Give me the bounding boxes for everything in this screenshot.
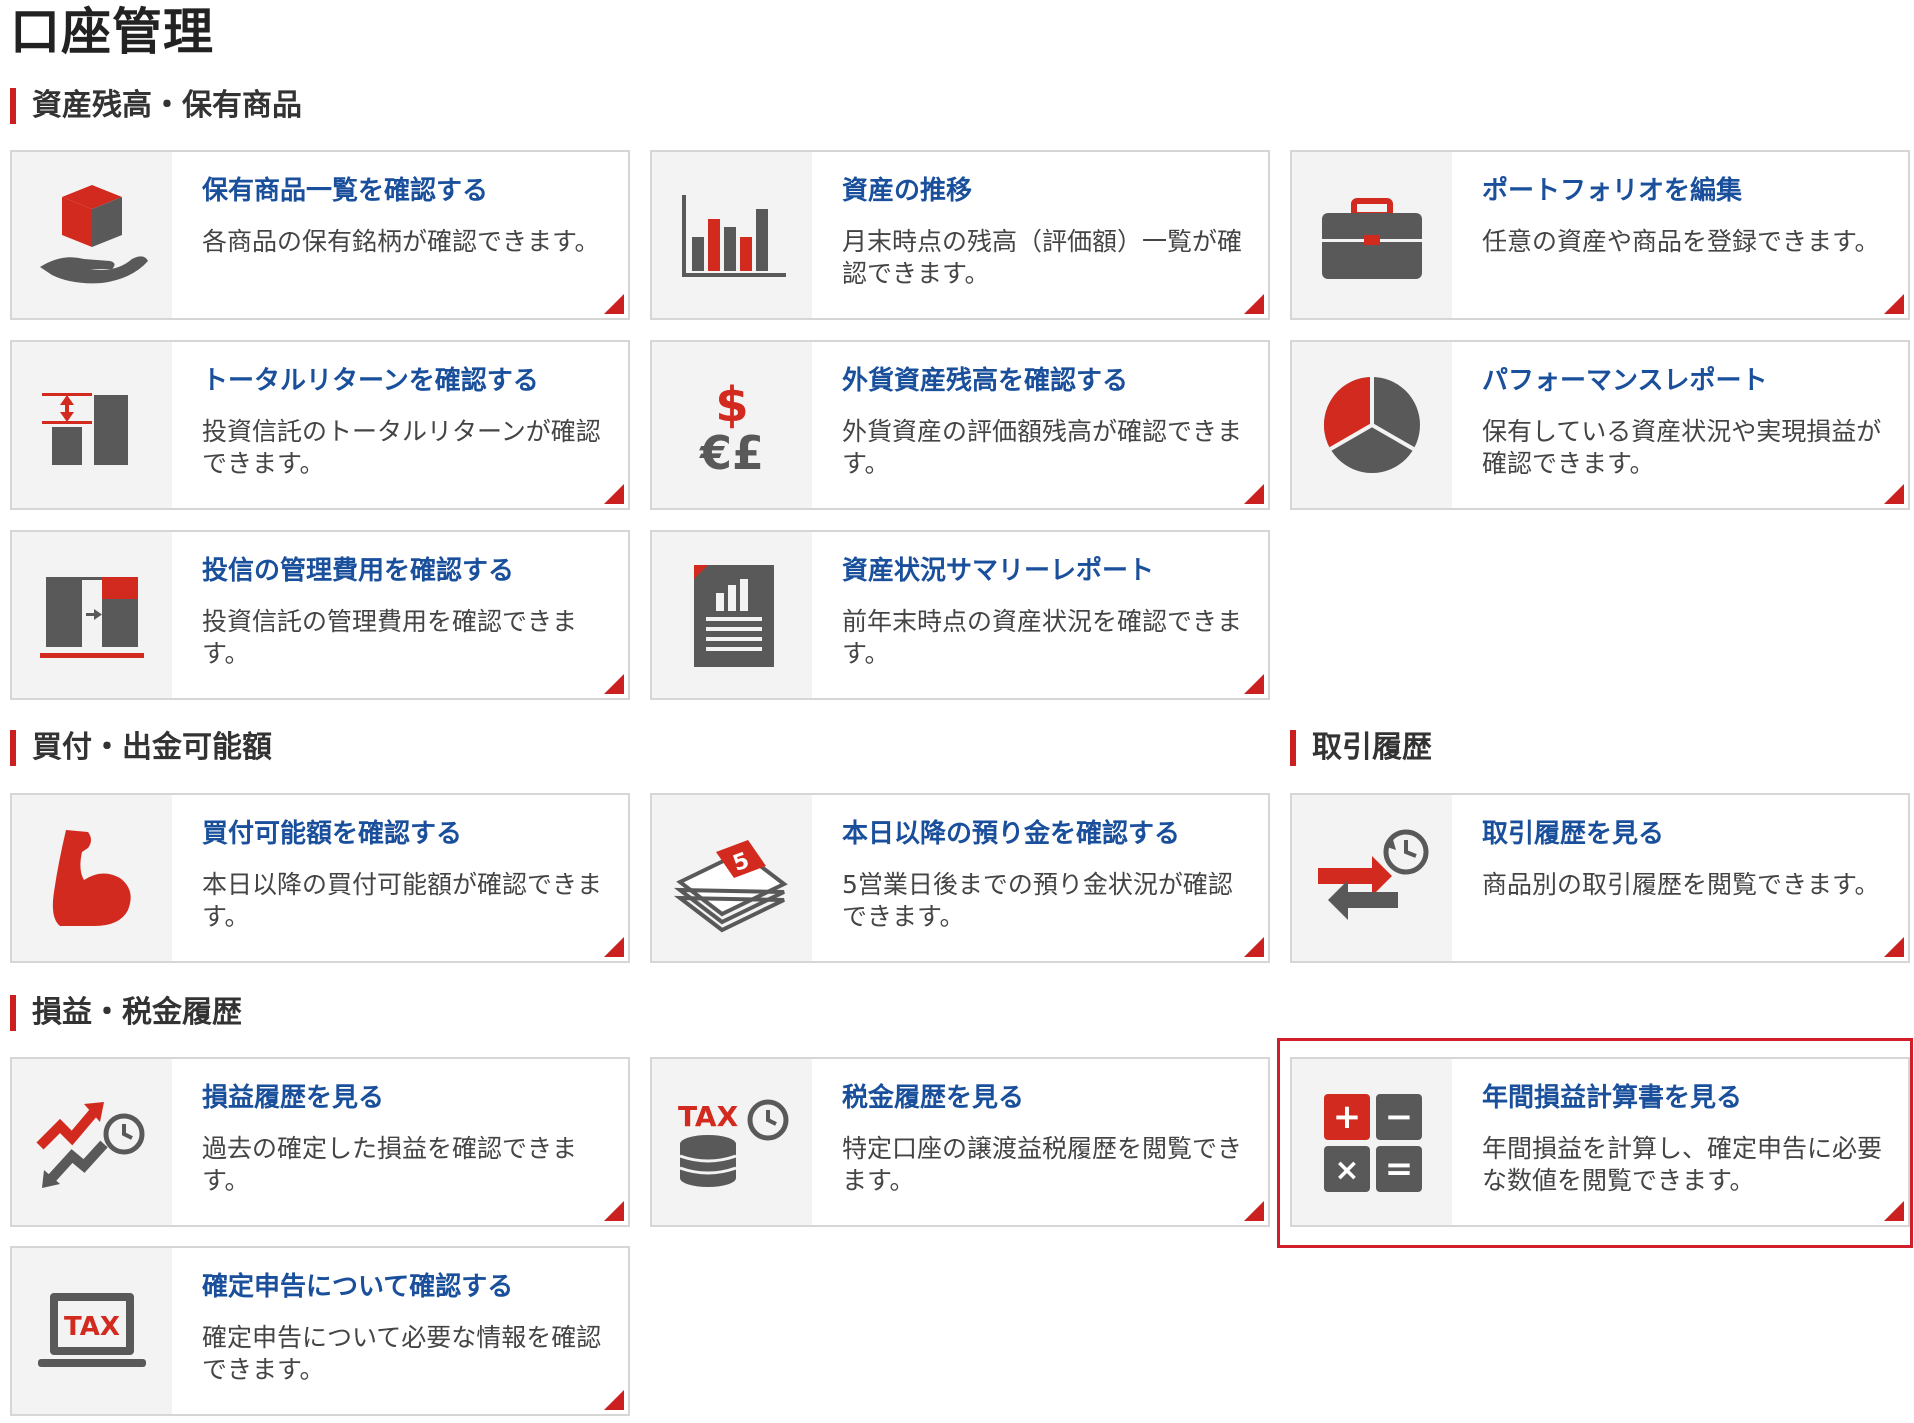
card-description: 商品別の取引履歴を閲覧できます。 (1482, 870, 1880, 899)
currency-icon: $ €£ (652, 342, 812, 508)
card-title: トータルリターンを確認する (202, 366, 539, 396)
card-description: 投資信託の管理費用を確認できます。 (202, 607, 578, 668)
card-title: 資産の推移 (842, 176, 973, 206)
corner-arrow-icon (604, 294, 624, 314)
tax-label-glyph: TAX (64, 1312, 120, 1342)
card-description: 各商品の保有銘柄が確認できます。 (202, 227, 600, 256)
corner-arrow-icon (1884, 294, 1904, 314)
pie-chart-icon (1292, 342, 1452, 508)
card-fund-cost[interactable]: 投信の管理費用を確認する 投資信託の管理費用を確認できます。 (10, 530, 630, 700)
card-total-return[interactable]: トータルリターンを確認する 投資信託のトータルリターンが確認できます。 (10, 340, 630, 510)
card-trades[interactable]: 取引履歴を見る 商品別の取引履歴を閲覧できます。 (1290, 793, 1910, 963)
corner-arrow-icon (1884, 484, 1904, 504)
corner-arrow-icon (604, 937, 624, 957)
corner-arrow-icon (1244, 674, 1264, 694)
card-title: 税金履歴を見る (842, 1083, 1025, 1113)
corner-arrow-icon (1884, 937, 1904, 957)
section-heading-buying-power: 買付・出金可能額 (10, 730, 272, 766)
trend-clock-icon (12, 1059, 172, 1225)
card-portfolio[interactable]: ポートフォリオを編集 任意の資産や商品を登録できます。 (1290, 150, 1910, 320)
corner-arrow-icon (1244, 1201, 1264, 1221)
report-document-icon (652, 532, 812, 698)
highlight-box (1277, 1038, 1913, 1248)
corner-arrow-icon (1244, 484, 1264, 504)
cash-stack-icon: 5 (652, 795, 812, 961)
corner-arrow-icon (604, 674, 624, 694)
card-title: 損益履歴を見る (202, 1083, 385, 1113)
euro-pound-glyph: €£ (699, 426, 764, 480)
corner-arrow-icon (604, 1201, 624, 1221)
section-heading-assets: 資産残高・保有商品 (10, 88, 302, 124)
card-description: 過去の確定した損益を確認できます。 (202, 1134, 578, 1195)
card-title: 買付可能額を確認する (202, 819, 463, 849)
card-buying-capacity[interactable]: 買付可能額を確認する 本日以降の買付可能額が確認できます。 (10, 793, 630, 963)
card-holdings[interactable]: 保有商品一覧を確認する 各商品の保有銘柄が確認できます。 (10, 150, 630, 320)
card-title: 資産状況サマリーレポート (842, 556, 1155, 586)
card-title: 本日以降の預り金を確認する (842, 819, 1181, 849)
card-title: 投信の管理費用を確認する (202, 556, 515, 586)
tax-label-glyph: TAX (678, 1100, 739, 1133)
card-asset-trend[interactable]: 資産の推移 月末時点の残高（評価額）一覧が確認できます。 (650, 150, 1270, 320)
card-description: 保有している資産状況や実現損益が確認できます。 (1482, 417, 1882, 478)
card-deposit[interactable]: 5 本日以降の預り金を確認する 5営業日後までの預り金状況が確認できます。 (650, 793, 1270, 963)
tax-laptop-icon: TAX (12, 1248, 172, 1414)
card-description: 5営業日後までの預り金状況が確認できます。 (842, 870, 1233, 931)
muscle-arm-icon (12, 795, 172, 961)
cost-bars-icon (12, 532, 172, 698)
return-bars-icon (12, 342, 172, 508)
card-foreign-currency[interactable]: $ €£ 外貨資産残高を確認する 外貨資産の評価額残高が確認できます。 (650, 340, 1270, 510)
section-heading-trade-history: 取引履歴 (1290, 730, 1432, 766)
bar-chart-icon (652, 152, 812, 318)
card-summary-report[interactable]: 資産状況サマリーレポート 前年末時点の資産状況を確認できます。 (650, 530, 1270, 700)
page-title: 口座管理 (10, 3, 214, 61)
card-description: 本日以降の買付可能額が確認できます。 (202, 870, 603, 931)
exchange-clock-icon (1292, 795, 1452, 961)
corner-arrow-icon (1244, 294, 1264, 314)
card-title: 確定申告について確認する (202, 1272, 514, 1302)
card-tax-history[interactable]: TAX 税金履歴を見る 特定口座の譲渡益税履歴を閲覧できます。 (650, 1057, 1270, 1227)
card-tax-return[interactable]: TAX 確定申告について確認する 確定申告について必要な情報を確認できます。 (10, 1246, 630, 1416)
box-on-hand-icon (12, 152, 172, 318)
card-description: 前年末時点の資産状況を確認できます。 (842, 607, 1243, 668)
corner-arrow-icon (604, 1390, 624, 1410)
dollar-glyph: $ (715, 377, 748, 433)
section-heading-pnl-tax: 損益・税金履歴 (10, 995, 242, 1031)
tax-coins-icon: TAX (652, 1059, 812, 1225)
card-description: 特定口座の譲渡益税履歴を閲覧できます。 (842, 1134, 1243, 1195)
corner-arrow-icon (1244, 937, 1264, 957)
card-title: 取引履歴を見る (1482, 819, 1665, 849)
card-description: 確定申告について必要な情報を確認できます。 (202, 1323, 602, 1384)
card-performance[interactable]: パフォーマンスレポート 保有している資産状況や実現損益が確認できます。 (1290, 340, 1910, 510)
card-title: 保有商品一覧を確認する (202, 176, 489, 206)
card-pnl-history[interactable]: 損益履歴を見る 過去の確定した損益を確認できます。 (10, 1057, 630, 1227)
card-title: パフォーマンスレポート (1482, 366, 1768, 396)
corner-arrow-icon (604, 484, 624, 504)
card-description: 投資信託のトータルリターンが確認できます。 (202, 417, 601, 478)
card-title: 外貨資産残高を確認する (842, 366, 1129, 396)
card-description: 外貨資産の評価額残高が確認できます。 (842, 417, 1243, 478)
card-title: ポートフォリオを編集 (1482, 176, 1743, 206)
briefcase-icon (1292, 152, 1452, 318)
card-description: 月末時点の残高（評価額）一覧が確認できます。 (842, 227, 1243, 288)
card-description: 任意の資産や商品を登録できます。 (1482, 227, 1880, 256)
